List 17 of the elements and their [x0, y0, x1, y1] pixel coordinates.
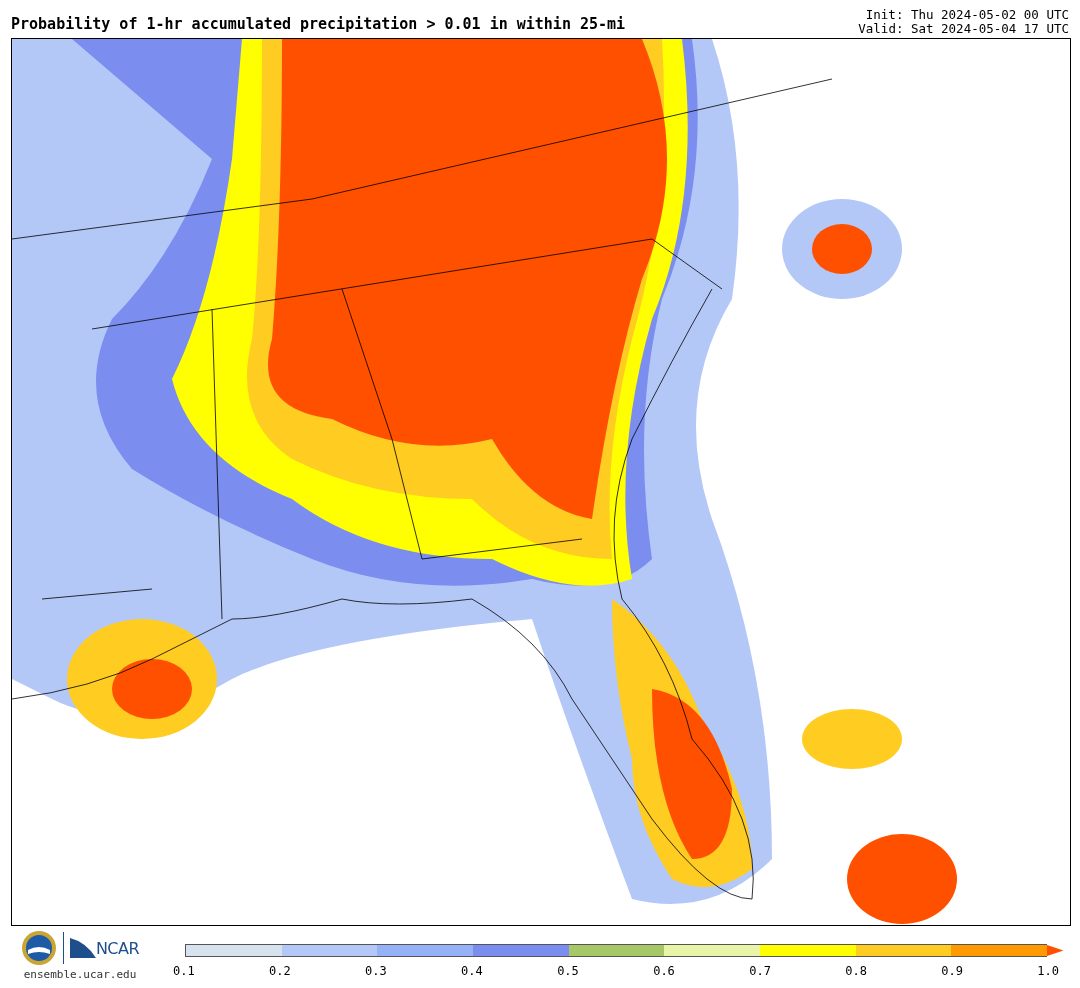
seal-logo-icon — [20, 930, 57, 966]
tick-label: 0.8 — [845, 964, 867, 978]
chart-title: Probability of 1-hr accumulated precipitation > 0.01 in within 25-mi — [11, 15, 626, 33]
valid-time: Valid: Sat 2024-05-04 17 UTC — [858, 22, 1069, 36]
tick-label: 0.5 — [557, 964, 579, 978]
wedge-logo-icon — [69, 938, 96, 958]
tick-label: 0.4 — [461, 964, 483, 978]
tick-label: 1.0 — [1037, 964, 1059, 978]
tick-label: 0.2 — [269, 964, 291, 978]
tick-label: 0.7 — [749, 964, 771, 978]
init-time: Init: Thu 2024-05-02 00 UTC — [865, 8, 1069, 22]
logo-text: NCAR — [95, 940, 140, 958]
tick-label: 0.1 — [173, 964, 195, 978]
tick-label: 0.3 — [365, 964, 387, 978]
website-url: ensemble.ucar.edu — [23, 968, 137, 981]
tick-label: 0.6 — [653, 964, 675, 978]
tick-label: 0.9 — [941, 964, 963, 978]
